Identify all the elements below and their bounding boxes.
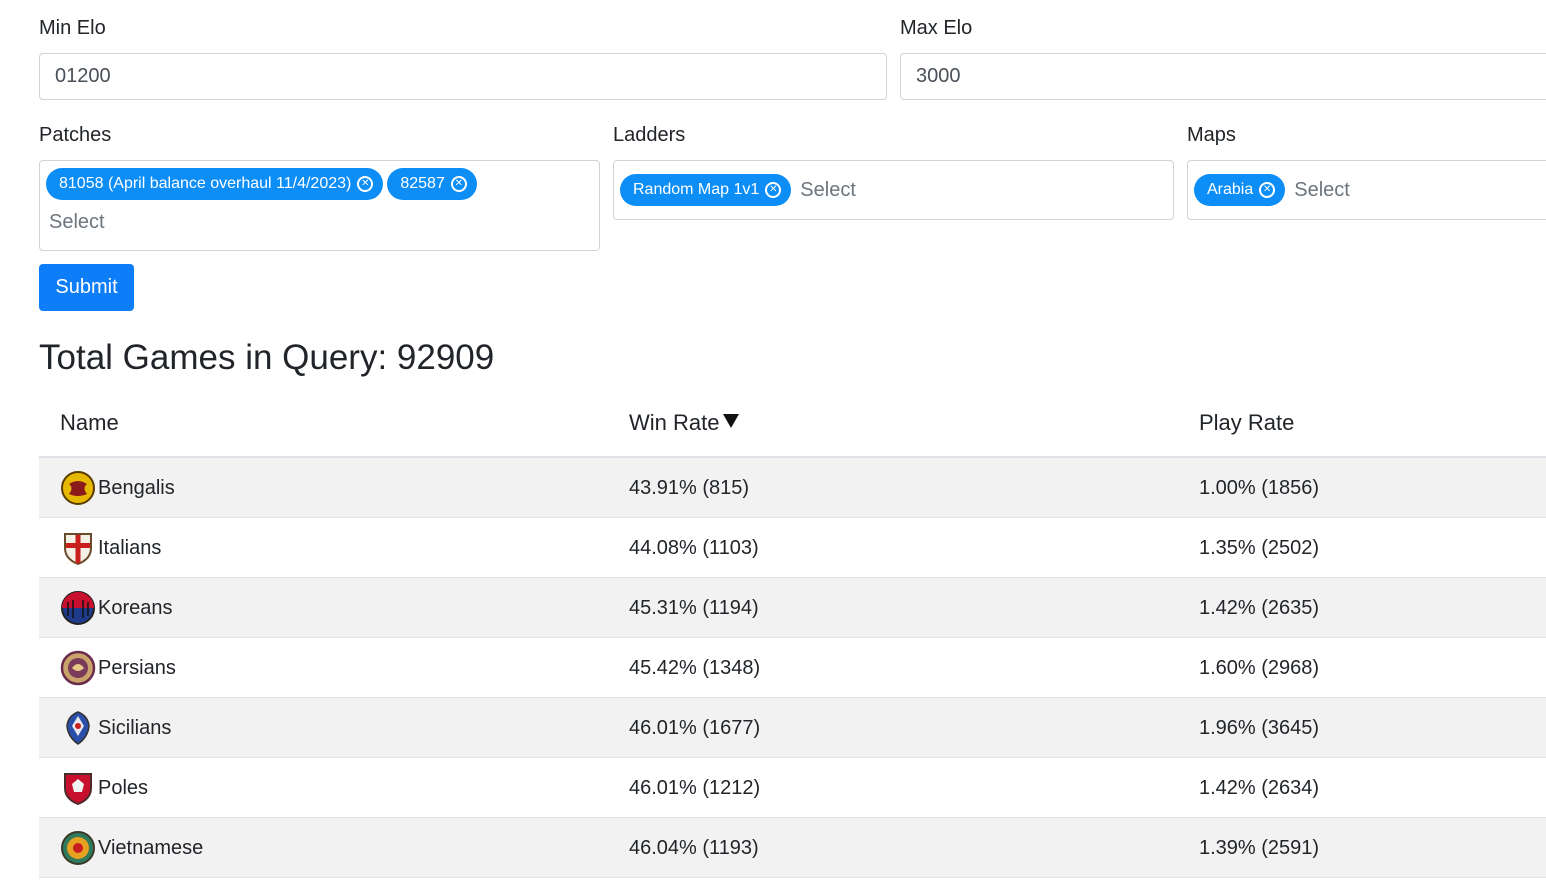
civ-name-cell: Sicilians (60, 698, 171, 758)
civ-name: Sicilians (98, 716, 172, 739)
table-row: Poles 46.01% (1212) 1.42% (2634) (39, 758, 1546, 818)
map-chip-label: Arabia (1207, 181, 1254, 198)
remove-chip-icon[interactable]: ✕ (450, 176, 467, 192)
table-header: Name Win Rate Play Rate (39, 398, 1546, 458)
sicilians-emblem-icon (60, 710, 96, 746)
ladders-search-placeholder[interactable]: Select (795, 179, 856, 202)
min-elo-input[interactable] (39, 53, 887, 100)
poles-emblem-icon (60, 770, 96, 806)
patch-chip: 81058 (April balance overhaul 11/4/2023)… (46, 168, 384, 200)
ladder-chip: Random Map 1v1 ✕ (620, 174, 792, 206)
remove-chip-icon[interactable]: ✕ (1259, 182, 1276, 198)
table-row: Persians 45.42% (1348) 1.60% (2968) (39, 638, 1546, 698)
win-rate-column-header[interactable]: Win Rate (629, 410, 740, 436)
civ-name: Persians (98, 656, 176, 679)
play-rate-cell: 1.60% (2968) (1199, 656, 1320, 679)
persians-emblem-icon (60, 650, 96, 686)
maps-multiselect[interactable]: Arabia ✕ Select (1187, 160, 1546, 220)
civ-name: Poles (98, 776, 149, 799)
win-rate-cell: 46.01% (1677) (629, 716, 761, 739)
play-rate-cell: 1.42% (2635) (1199, 596, 1320, 619)
civ-name-cell: Poles (60, 758, 148, 818)
play-rate-cell: 1.42% (2634) (1199, 776, 1320, 799)
civ-stats-table: Name Win Rate Play Rate Bengalis 43.91% … (39, 398, 1546, 878)
remove-chip-icon[interactable]: ✕ (765, 182, 782, 198)
patch-chip-label: 82587 (400, 175, 445, 192)
italians-emblem-icon (60, 530, 96, 566)
maps-search-placeholder[interactable]: Select (1289, 179, 1350, 202)
win-rate-header-label: Win Rate (629, 410, 720, 435)
table-row: Vietnamese 46.04% (1193) 1.39% (2591) (39, 818, 1546, 878)
ladders-label: Ladders (613, 124, 686, 146)
play-rate-cell: 1.35% (2502) (1199, 536, 1320, 559)
submit-button[interactable]: Submit (39, 264, 134, 311)
table-row: Bengalis 43.91% (815) 1.00% (1856) (39, 458, 1546, 518)
total-games-title: Total Games in Query: 92909 (39, 338, 495, 377)
maps-label: Maps (1187, 124, 1236, 146)
remove-chip-icon[interactable]: ✕ (357, 176, 374, 192)
min-elo-label: Min Elo (39, 17, 106, 39)
page: Min Elo Max Elo Patches 81058 (April bal… (0, 0, 1546, 880)
ladder-chip-label: Random Map 1v1 (633, 181, 760, 198)
max-elo-input[interactable] (900, 53, 1546, 100)
play-rate-cell: 1.00% (1856) (1199, 476, 1320, 499)
win-rate-cell: 45.31% (1194) (629, 596, 759, 619)
play-rate-cell: 1.39% (2591) (1199, 836, 1320, 859)
patches-search-placeholder[interactable]: Select (46, 211, 105, 234)
civ-name-cell: Koreans (60, 578, 173, 638)
civ-name-cell: Persians (60, 638, 176, 698)
play-rate-column-header[interactable]: Play Rate (1199, 410, 1294, 436)
play-rate-cell: 1.96% (3645) (1199, 716, 1320, 739)
win-rate-cell: 45.42% (1348) (629, 656, 761, 679)
patch-chip: 82587 ✕ (387, 168, 477, 200)
win-rate-cell: 46.04% (1193) (629, 836, 759, 859)
civ-name: Bengalis (98, 476, 175, 499)
name-header-label: Name (60, 410, 119, 435)
civ-name-cell: Italians (60, 518, 161, 578)
max-elo-label: Max Elo (900, 17, 973, 39)
bengalis-emblem-icon (60, 470, 96, 506)
win-rate-cell: 43.91% (815) (629, 476, 750, 499)
civ-name-cell: Bengalis (60, 458, 175, 518)
civ-name: Italians (98, 536, 162, 559)
map-chip: Arabia ✕ (1194, 174, 1286, 206)
patch-chip-label: 81058 (April balance overhaul 11/4/2023) (59, 175, 352, 192)
koreans-emblem-icon (60, 590, 96, 626)
ladders-multiselect[interactable]: Random Map 1v1 ✕ Select (613, 160, 1174, 220)
win-rate-cell: 46.01% (1212) (629, 776, 761, 799)
table-body: Bengalis 43.91% (815) 1.00% (1856) Itali… (39, 458, 1546, 878)
patches-label: Patches (39, 124, 112, 146)
patches-multiselect[interactable]: 81058 (April balance overhaul 11/4/2023)… (39, 160, 600, 251)
vietnamese-emblem-icon (60, 830, 96, 866)
table-row: Italians 44.08% (1103) 1.35% (2502) (39, 518, 1546, 578)
play-rate-header-label: Play Rate (1199, 410, 1295, 435)
sort-descending-icon (723, 414, 740, 428)
win-rate-cell: 44.08% (1103) (629, 536, 759, 559)
table-row: Koreans 45.31% (1194) 1.42% (2635) (39, 578, 1546, 638)
civ-name: Vietnamese (98, 836, 204, 859)
civ-name-cell: Vietnamese (60, 818, 203, 878)
table-row: Sicilians 46.01% (1677) 1.96% (3645) (39, 698, 1546, 758)
name-column-header[interactable]: Name (60, 410, 119, 436)
civ-name: Koreans (98, 596, 173, 619)
